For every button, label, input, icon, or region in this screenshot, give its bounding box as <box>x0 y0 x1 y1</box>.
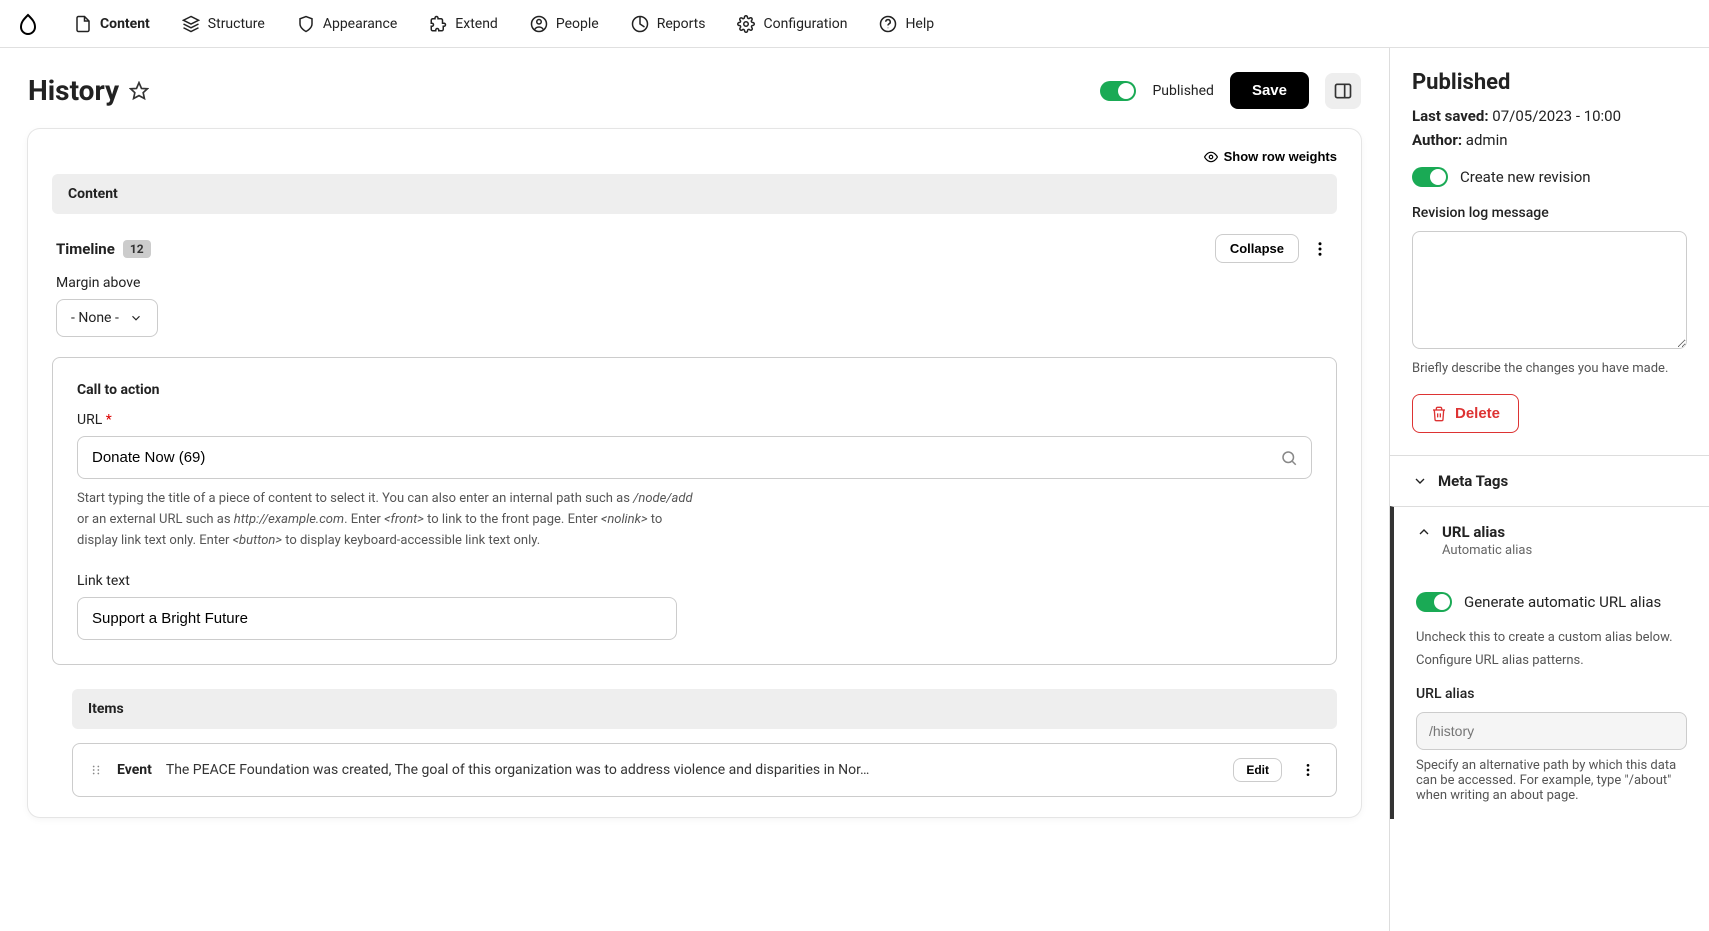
auto-url-help-1: Uncheck this to create a custom alias be… <box>1416 630 1687 645</box>
nav-structure[interactable]: Structure <box>168 7 279 41</box>
help-icon <box>879 15 897 33</box>
url-alias-header[interactable]: URL alias <box>1416 523 1687 541</box>
item-row: Event The PEACE Foundation was created, … <box>72 743 1337 797</box>
nav-label: Help <box>905 16 934 32</box>
content-card: Show row weights Content Timeline 12 Col… <box>28 129 1361 817</box>
user-icon <box>530 15 548 33</box>
show-row-weights-label: Show row weights <box>1224 149 1337 164</box>
auto-url-help-2[interactable]: Configure URL alias patterns. <box>1416 653 1687 668</box>
settings-sidebar: Published Last saved: 07/05/2023 - 10:00… <box>1389 48 1709 931</box>
dots-vertical-icon <box>1300 762 1316 778</box>
sidebar-status: Published <box>1412 70 1687 95</box>
margin-above-label: Margin above <box>56 275 1337 291</box>
page-title: History <box>28 74 119 107</box>
url-alias-title: URL alias <box>1442 523 1505 541</box>
shield-icon <box>297 15 315 33</box>
call-to-action-fieldset: Call to action URL * Start typing the ti… <box>52 357 1337 665</box>
timeline-title: Timeline <box>56 240 115 258</box>
dots-vertical-icon <box>1311 240 1329 258</box>
collapse-button[interactable]: Collapse <box>1215 234 1299 263</box>
item-edit-button[interactable]: Edit <box>1233 758 1282 782</box>
nav-label: Structure <box>208 16 265 32</box>
chevron-down-icon <box>129 311 143 325</box>
nav-appearance[interactable]: Appearance <box>283 7 411 41</box>
link-text-label: Link text <box>77 573 1312 589</box>
item-more-button[interactable] <box>1296 758 1320 782</box>
nav-label: Appearance <box>323 16 397 32</box>
chevron-up-icon <box>1416 524 1432 540</box>
nav-label: Content <box>100 16 150 32</box>
auto-url-alias-label: Generate automatic URL alias <box>1464 593 1661 611</box>
published-label: Published <box>1152 83 1213 99</box>
toggle-sidebar-button[interactable] <box>1325 73 1361 109</box>
margin-above-value: - None - <box>71 310 119 326</box>
last-saved-row: Last saved: 07/05/2023 - 10:00 <box>1412 107 1687 125</box>
revision-log-textarea[interactable] <box>1412 231 1687 349</box>
url-help-text: Start typing the title of a piece of con… <box>77 489 697 551</box>
timeline-header: Timeline 12 Collapse <box>52 234 1337 263</box>
revision-log-help: Briefly describe the changes you have ma… <box>1412 361 1687 376</box>
drag-handle-icon[interactable] <box>89 763 103 777</box>
items-section-label: Items <box>72 689 1337 729</box>
url-alias-subtitle: Automatic alias <box>1442 543 1687 558</box>
layers-icon <box>182 15 200 33</box>
nav-label: Configuration <box>763 16 847 32</box>
gear-icon <box>737 15 755 33</box>
timeline-more-button[interactable] <box>1307 236 1333 262</box>
content-area: History Published Save Show row weights <box>0 48 1389 931</box>
auto-url-alias-toggle[interactable] <box>1416 592 1452 612</box>
url-alias-section: URL alias Automatic alias Generate autom… <box>1390 506 1709 819</box>
published-toggle[interactable] <box>1100 81 1136 101</box>
search-icon <box>1280 449 1298 467</box>
margin-above-select[interactable]: - None - <box>56 299 158 337</box>
meta-tags-title: Meta Tags <box>1438 472 1508 490</box>
show-row-weights-button[interactable]: Show row weights <box>1204 149 1337 164</box>
nav-content[interactable]: Content <box>60 7 164 41</box>
nav-people[interactable]: People <box>516 7 613 41</box>
meta-tags-section[interactable]: Meta Tags <box>1390 455 1709 506</box>
link-text-input[interactable] <box>77 597 677 640</box>
url-alias-field-label: URL alias <box>1416 686 1687 702</box>
file-icon <box>74 15 92 33</box>
star-icon[interactable] <box>129 81 149 101</box>
save-button[interactable]: Save <box>1230 72 1309 109</box>
item-description: The PEACE Foundation was created, The go… <box>166 762 1219 778</box>
cta-legend: Call to action <box>77 382 1312 398</box>
chart-icon <box>631 15 649 33</box>
admin-toolbar: Content Structure Appearance Extend Peop… <box>0 0 1709 48</box>
item-type-label: Event <box>117 762 152 778</box>
nav-help[interactable]: Help <box>865 7 948 41</box>
revision-log-label: Revision log message <box>1412 205 1687 221</box>
chevron-down-icon <box>1412 473 1428 489</box>
delete-button[interactable]: Delete <box>1412 394 1519 433</box>
url-input[interactable] <box>77 436 1312 479</box>
puzzle-icon <box>429 15 447 33</box>
eye-icon <box>1204 150 1218 164</box>
nav-reports[interactable]: Reports <box>617 7 720 41</box>
trash-icon <box>1431 406 1447 422</box>
panel-icon <box>1333 81 1353 101</box>
nav-configuration[interactable]: Configuration <box>723 7 861 41</box>
drupal-logo[interactable] <box>16 12 40 36</box>
url-alias-help: Specify an alternative path by which thi… <box>1416 758 1687 803</box>
nav-label: People <box>556 16 599 32</box>
page-header: History Published Save <box>28 72 1361 109</box>
content-section-label: Content <box>52 174 1337 214</box>
timeline-count-badge: 12 <box>123 240 151 258</box>
nav-extend[interactable]: Extend <box>415 7 512 41</box>
margin-above-field: Margin above - None - <box>56 275 1337 337</box>
nav-label: Extend <box>455 16 498 32</box>
nav-label: Reports <box>657 16 706 32</box>
url-label: URL * <box>77 412 1312 428</box>
create-revision-label: Create new revision <box>1460 168 1591 186</box>
create-revision-toggle[interactable] <box>1412 167 1448 187</box>
author-row: Author: admin <box>1412 131 1687 149</box>
url-alias-input[interactable] <box>1416 712 1687 750</box>
